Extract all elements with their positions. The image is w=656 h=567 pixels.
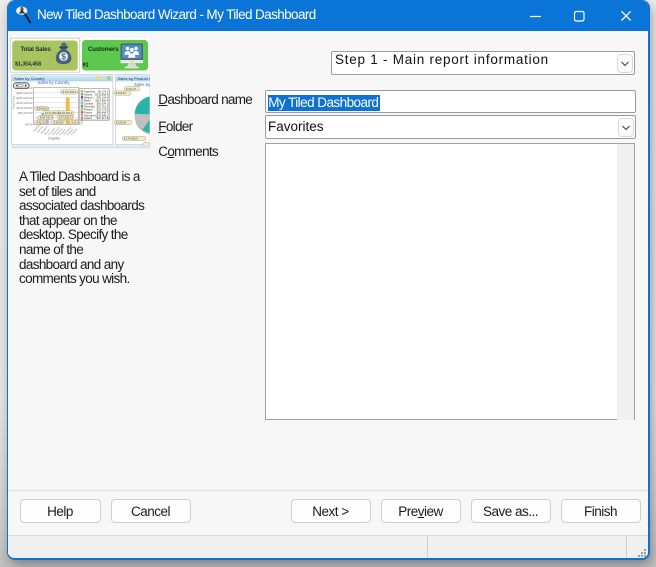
svg-text:Total Price: Total Price [12, 95, 16, 109]
svg-text:$ 164,33: $ 164,33 [116, 91, 127, 95]
svg-text:Country: Country [48, 137, 60, 141]
svg-text:$150,000.00: $150,000.00 [16, 101, 32, 105]
svg-text:Total Sales: Total Sales [21, 46, 52, 53]
svg-text:$1,354,458: $1,354,458 [15, 62, 41, 68]
svg-text:$57,317.8: $57,317.8 [97, 116, 109, 120]
svg-text:$250,000.00: $250,000.00 [16, 91, 32, 95]
svg-text:$ 31,00: $ 31,00 [72, 121, 81, 125]
svg-text:$100,000.00: $100,000.00 [16, 106, 32, 110]
svg-text:Sales by Product: Sales by Product [134, 82, 150, 87]
svg-text:$300,000.00: $300,000.00 [16, 86, 32, 90]
svg-text:Sales by Product Category: Sales by Product Category [118, 76, 151, 81]
svg-text:$ 106,00: $ 106,00 [116, 120, 127, 124]
svg-text:$ 57,000.0: $ 57,000.0 [59, 116, 72, 120]
svg-text:$ 314,27: $ 314,27 [126, 87, 137, 91]
svg-text:Sales by Country: Sales by Country [38, 80, 71, 85]
svg-text:$ 64,700.0: $ 64,700.0 [40, 116, 53, 120]
svg-text:$200,000.00: $200,000.00 [16, 96, 32, 100]
svg-text:Customers: Customers [88, 46, 119, 53]
svg-text:$50,000.00: $50,000.00 [18, 111, 33, 115]
svg-text:$ 38,000: $ 38,000 [54, 121, 65, 125]
svg-text:$ 197,000.0: $ 197,000.0 [63, 90, 77, 94]
svg-text:$ 117,000.00: $ 117,000.00 [45, 111, 61, 115]
svg-text:$ 84,000.0: $ 84,000.0 [37, 107, 50, 111]
svg-text:$: $ [61, 52, 66, 61]
svg-text:$0.00: $0.00 [25, 123, 33, 127]
svg-text:$ 174,600.0: $ 174,600.0 [124, 136, 138, 140]
svg-text:91: 91 [83, 63, 89, 69]
svg-text:Ireland: Ireland [84, 116, 92, 120]
svg-text:$ 96,000.0: $ 96,000.0 [60, 111, 73, 115]
